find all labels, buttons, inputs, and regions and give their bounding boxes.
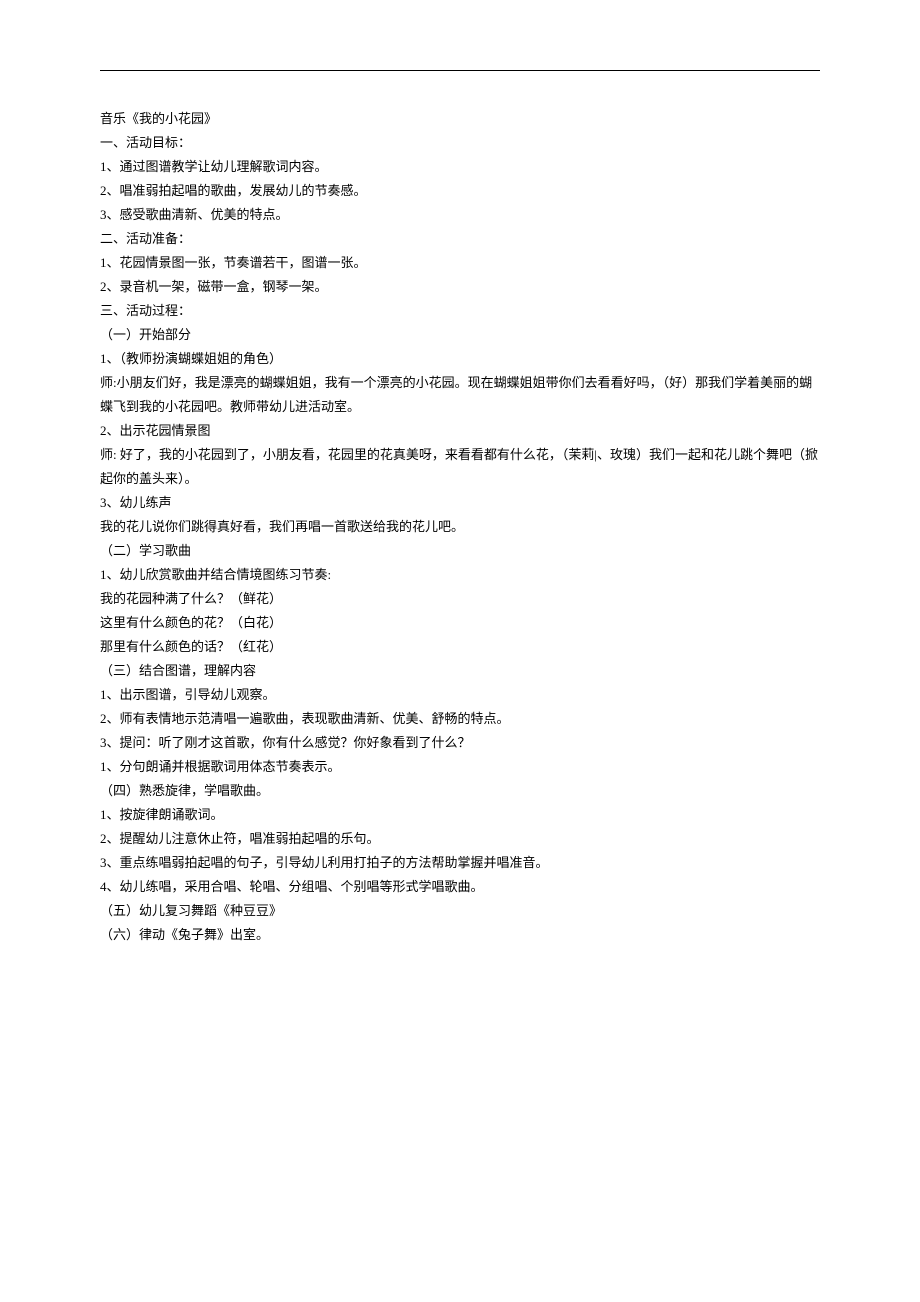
text-line: 师: 好了，我的小花园到了，小朋友看，花园里的花真美呀，来看看都有什么花，（茉莉… bbox=[100, 443, 820, 491]
text-line: （一）开始部分 bbox=[100, 323, 820, 347]
text-line: 2、提醒幼儿注意休止符，唱准弱拍起唱的乐句。 bbox=[100, 827, 820, 851]
text-line: 2、唱准弱拍起唱的歌曲，发展幼儿的节奏感。 bbox=[100, 179, 820, 203]
text-line: 三、活动过程： bbox=[100, 299, 820, 323]
text-line: 3、幼儿练声 bbox=[100, 491, 820, 515]
text-line: 我的花儿说你们跳得真好看，我们再唱一首歌送给我的花儿吧。 bbox=[100, 515, 820, 539]
text-line: 这里有什么颜色的花？（白花） bbox=[100, 611, 820, 635]
text-line: 2、师有表情地示范清唱一遍歌曲，表现歌曲清新、优美、舒畅的特点。 bbox=[100, 707, 820, 731]
document-page: 音乐《我的小花园》一、活动目标：1、通过图谱教学让幼儿理解歌词内容。2、唱准弱拍… bbox=[0, 0, 920, 1007]
document-body: 音乐《我的小花园》一、活动目标：1、通过图谱教学让幼儿理解歌词内容。2、唱准弱拍… bbox=[100, 107, 820, 947]
text-line: 1、花园情景图一张，节奏谱若干，图谱一张。 bbox=[100, 251, 820, 275]
text-line: （六）律动《兔子舞》出室。 bbox=[100, 923, 820, 947]
text-line: 1、通过图谱教学让幼儿理解歌词内容。 bbox=[100, 155, 820, 179]
text-line: （四）熟悉旋律，学唱歌曲。 bbox=[100, 779, 820, 803]
text-line: 3、重点练唱弱拍起唱的句子，引导幼儿利用打拍子的方法帮助掌握并唱准音。 bbox=[100, 851, 820, 875]
text-line: （二）学习歌曲 bbox=[100, 539, 820, 563]
text-line: 3、提问：听了刚才这首歌，你有什么感觉？你好象看到了什么？ bbox=[100, 731, 820, 755]
text-line: 1、按旋律朗诵歌词。 bbox=[100, 803, 820, 827]
text-line: 我的花园种满了什么？（鲜花） bbox=[100, 587, 820, 611]
text-line: 1、（教师扮演蝴蝶姐姐的角色） bbox=[100, 347, 820, 371]
text-line: 一、活动目标： bbox=[100, 131, 820, 155]
text-line: （三）结合图谱，理解内容 bbox=[100, 659, 820, 683]
text-line: 2、录音机一架，磁带一盒，钢琴一架。 bbox=[100, 275, 820, 299]
text-line: 那里有什么颜色的话？（红花） bbox=[100, 635, 820, 659]
text-line: 音乐《我的小花园》 bbox=[100, 107, 820, 131]
text-line: 3、感受歌曲清新、优美的特点。 bbox=[100, 203, 820, 227]
text-line: 1、出示图谱，引导幼儿观察。 bbox=[100, 683, 820, 707]
text-line: 4、幼儿练唱，采用合唱、轮唱、分组唱、个别唱等形式学唱歌曲。 bbox=[100, 875, 820, 899]
text-line: 2、出示花园情景图 bbox=[100, 419, 820, 443]
text-line: 师:小朋友们好，我是漂亮的蝴蝶姐姐，我有一个漂亮的小花园。现在蝴蝶姐姐带你们去看… bbox=[100, 371, 820, 419]
text-line: 二、活动准备： bbox=[100, 227, 820, 251]
horizontal-rule bbox=[100, 70, 820, 71]
text-line: 1、幼儿欣赏歌曲并结合情境图练习节奏: bbox=[100, 563, 820, 587]
text-line: 1、分句朗诵并根据歌词用体态节奏表示。 bbox=[100, 755, 820, 779]
text-line: （五）幼儿复习舞蹈《种豆豆》 bbox=[100, 899, 820, 923]
